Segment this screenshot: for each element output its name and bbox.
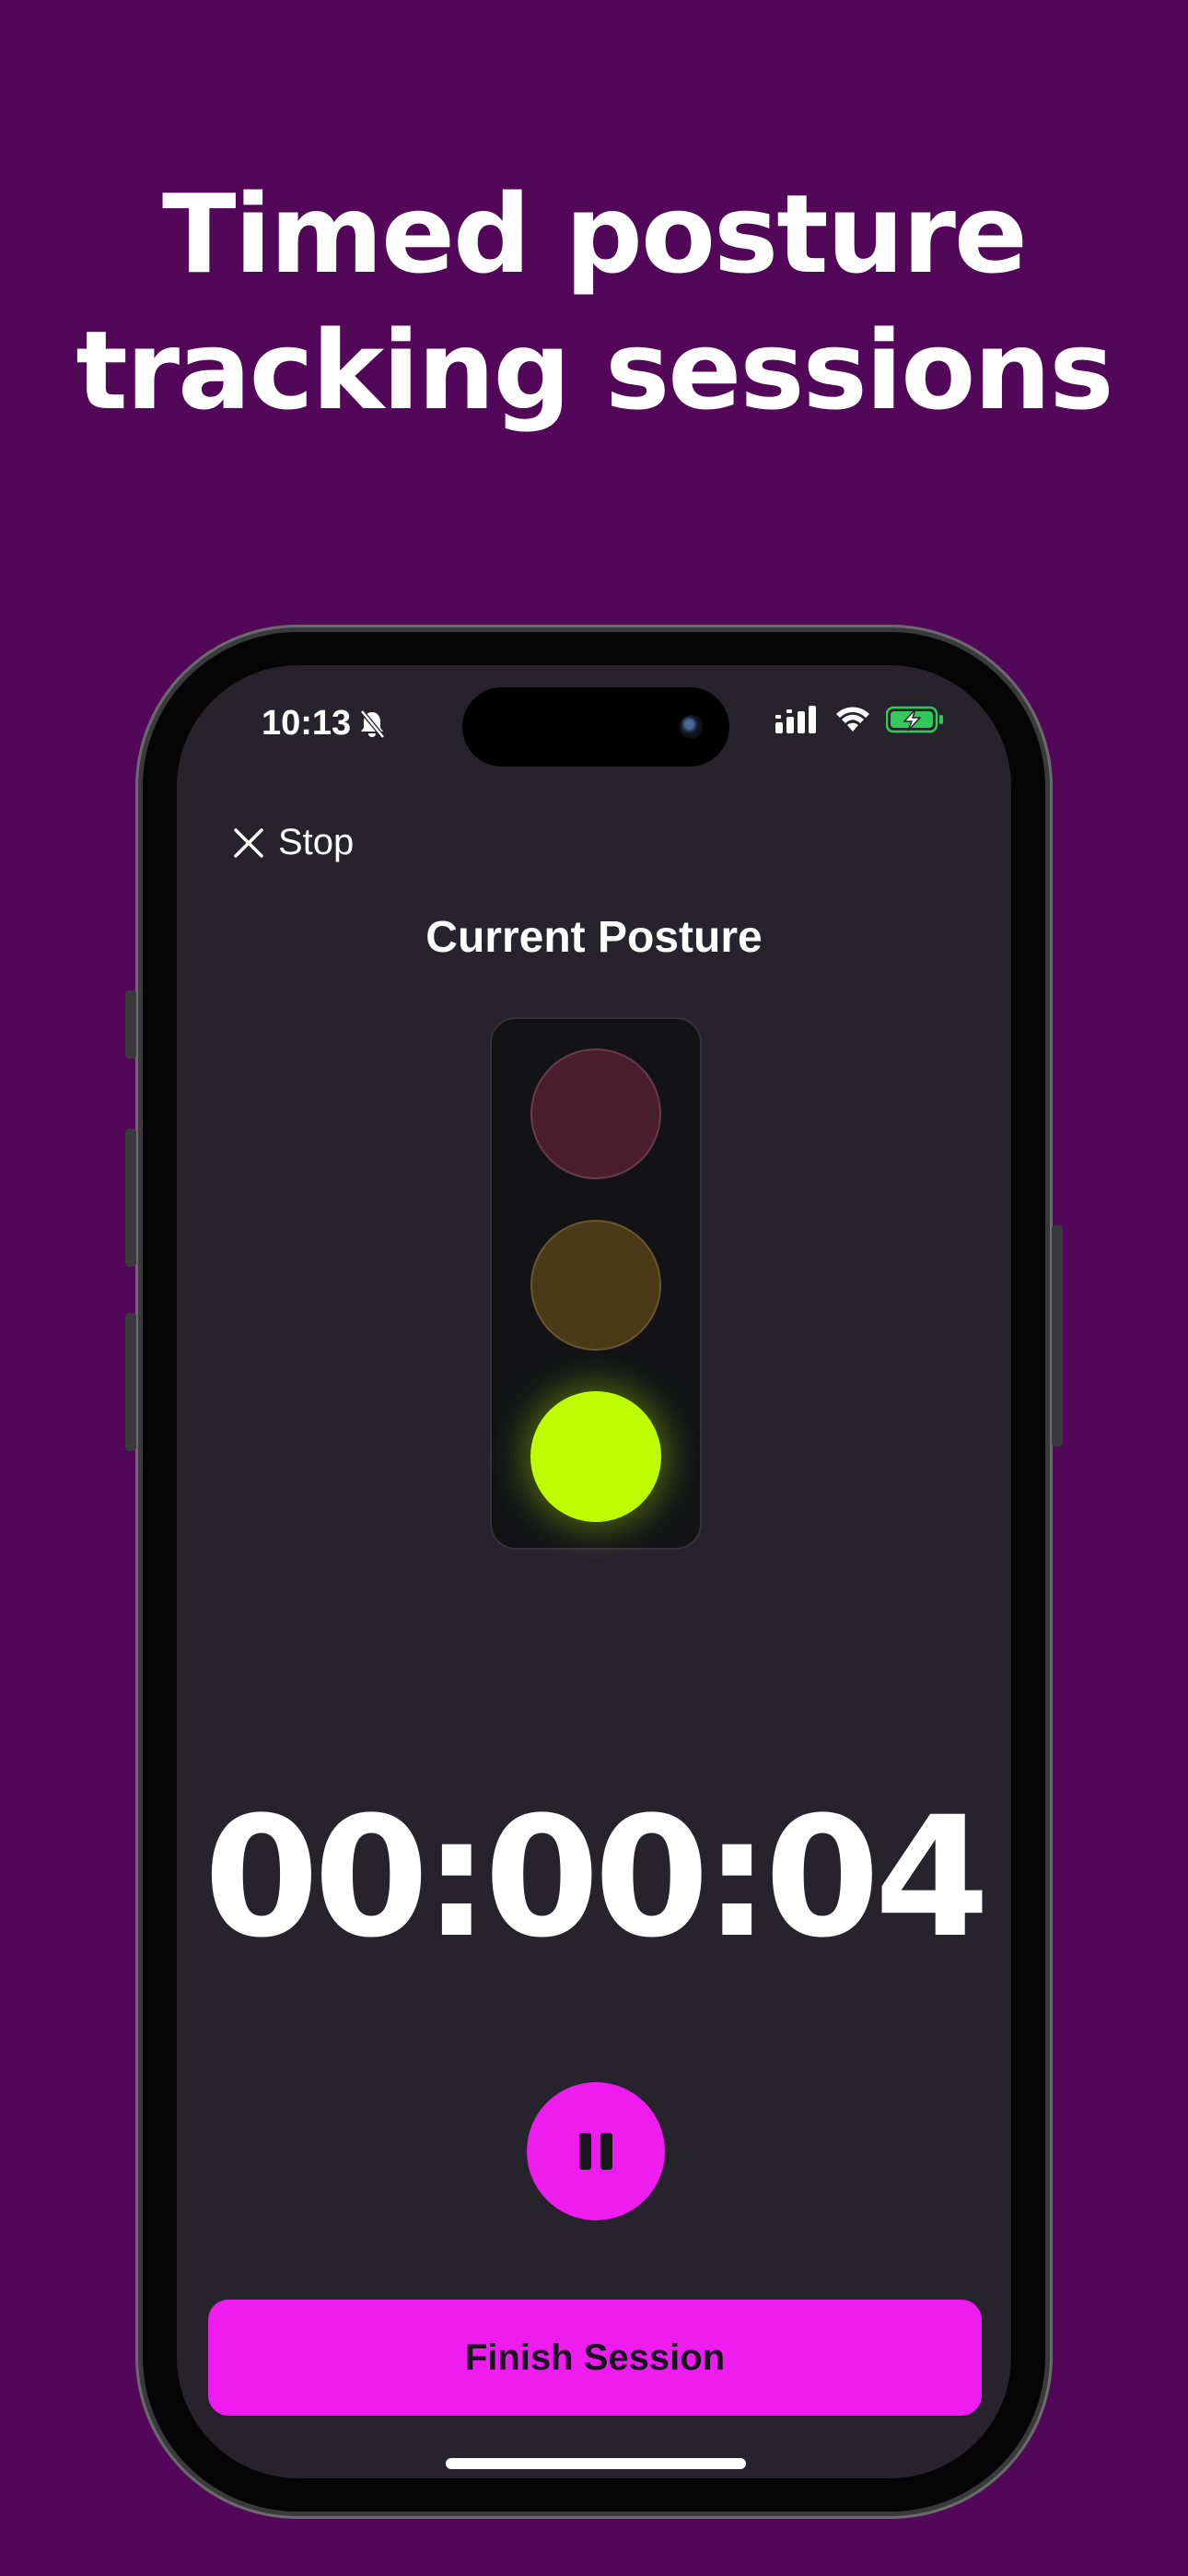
current-posture-title: Current Posture — [425, 913, 763, 962]
close-icon — [234, 827, 263, 858]
finish-session-button[interactable]: Finish Session — [208, 2300, 982, 2416]
posture-traffic-light — [490, 1017, 702, 1550]
session-timer: 00:00:04 — [204, 1782, 989, 1974]
phone-screen: 10:13 Stop Current Posture 00:00:04 Fini… — [177, 665, 1011, 2478]
volume-up-button — [125, 1129, 136, 1267]
status-bar-time: 10:13 — [262, 704, 386, 744]
status-bar-icons — [775, 706, 945, 733]
pause-button[interactable] — [527, 2082, 665, 2220]
camera-icon — [680, 715, 704, 739]
dynamic-island — [462, 687, 729, 767]
red-light-off — [530, 1048, 661, 1179]
green-light-on — [530, 1391, 661, 1522]
action-button — [125, 990, 136, 1059]
stop-label: Stop — [278, 822, 355, 862]
stop-button[interactable]: Stop — [232, 822, 354, 863]
yellow-light-off — [530, 1220, 661, 1351]
headline-line-1: Timed posture — [162, 170, 1028, 298]
signal-icon — [775, 706, 816, 733]
volume-down-button — [125, 1313, 136, 1451]
bell-slash-icon — [360, 708, 386, 739]
power-button — [1052, 1225, 1063, 1446]
home-indicator[interactable] — [446, 2458, 746, 2469]
pause-icon — [600, 2133, 612, 2170]
headline: Timed posture tracking sessions — [0, 166, 1188, 439]
headline-line-2: tracking sessions — [76, 307, 1113, 434]
wifi-icon — [836, 707, 869, 732]
status-time-text: 10:13 — [262, 704, 352, 743]
pause-icon — [579, 2133, 591, 2170]
battery-charging-icon — [886, 706, 943, 733]
